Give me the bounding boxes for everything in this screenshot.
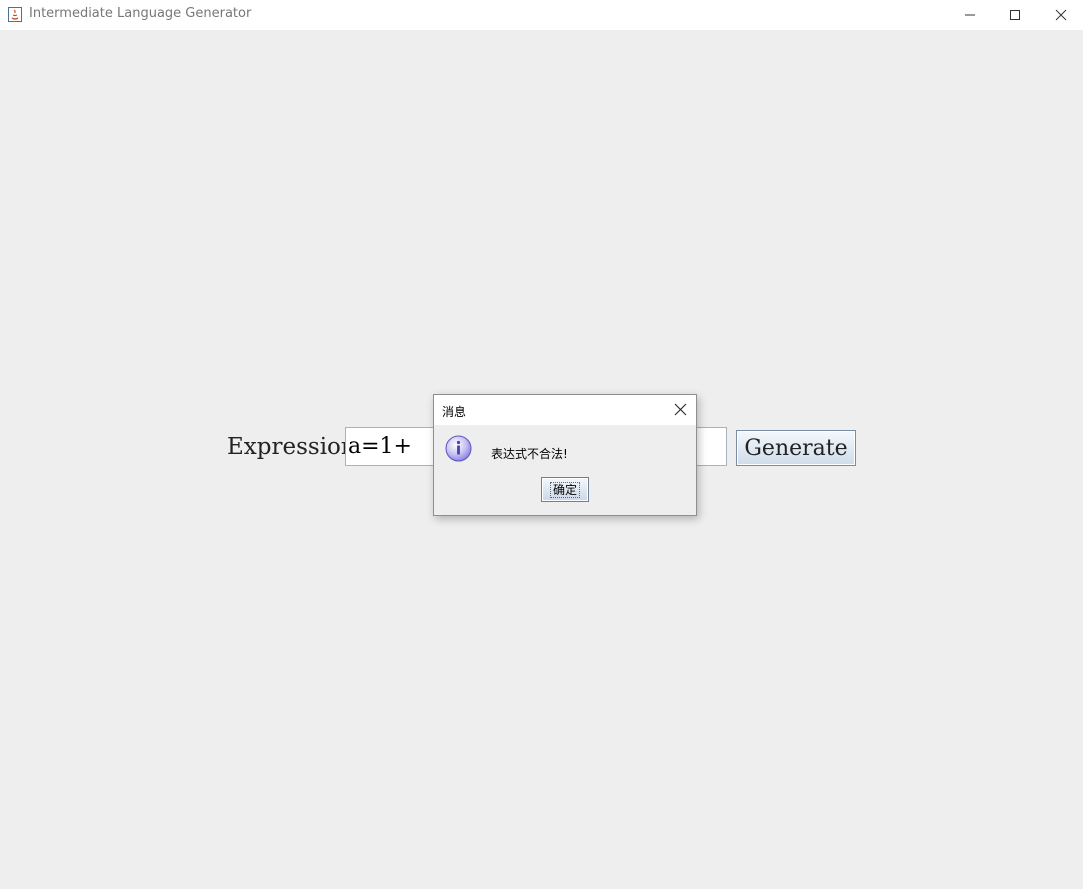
minimize-button[interactable] — [947, 0, 993, 30]
dialog-title: 消息 — [442, 405, 467, 419]
dialog-message: 表达式不合法! — [491, 447, 568, 461]
info-icon — [445, 435, 472, 462]
main-window: Intermediate Language Generator Expressi… — [0, 0, 1083, 889]
maximize-button[interactable] — [992, 0, 1038, 30]
window-titlebar[interactable]: Intermediate Language Generator — [0, 0, 1083, 30]
expression-label: Expression: — [227, 434, 364, 460]
maximize-icon — [1009, 6, 1021, 25]
ok-button[interactable]: 确定 — [541, 477, 589, 502]
minimize-icon — [964, 6, 976, 25]
dialog-titlebar[interactable]: 消息 — [434, 395, 696, 425]
message-dialog: 消息 表达式不合法! 确定 — [433, 394, 697, 516]
ok-button-label: 确定 — [549, 481, 580, 498]
close-icon — [1055, 6, 1067, 25]
dialog-close-button[interactable] — [672, 402, 688, 418]
window-title: Intermediate Language Generator — [29, 6, 252, 21]
java-app-icon — [8, 7, 22, 22]
close-icon — [674, 401, 687, 420]
window-close-button[interactable] — [1038, 0, 1083, 30]
generate-button[interactable]: Generate — [736, 430, 856, 466]
